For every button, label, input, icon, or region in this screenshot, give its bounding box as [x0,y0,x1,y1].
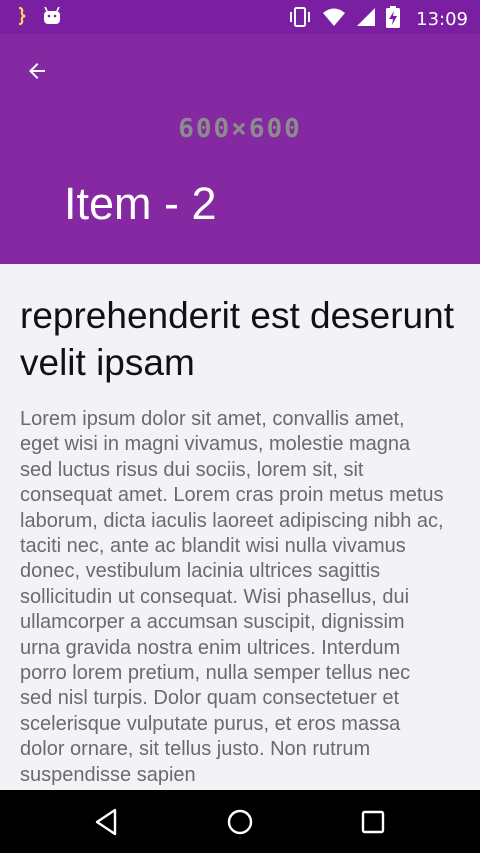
nav-home-button[interactable] [224,806,256,838]
nav-recents-button[interactable] [357,806,389,838]
back-triangle-icon [95,808,117,836]
status-bar: 13:09 [0,0,480,34]
content-body: Lorem ipsum dolor sit amet, convallis am… [20,408,444,786]
app-bar: 600×600 Item - 2 [0,34,480,264]
detail-content[interactable]: reprehenderit est deserunt velit ipsam L… [0,264,480,790]
wifi-icon [322,7,346,32]
battery-charging-icon [386,6,401,33]
navigation-bar [0,790,480,853]
page-title: Item - 2 [64,178,217,229]
back-button[interactable] [20,54,54,88]
vibrate-icon [288,6,312,33]
header-image-placeholder: 600×600 [178,114,302,144]
clock-time: 13:09 [416,9,468,30]
arrow-back-icon [29,63,45,79]
code-notification-icon [16,6,28,31]
content-heading: reprehenderit est deserunt velit ipsam [20,295,454,383]
android-notification-icon [42,6,62,30]
cell-signal-icon [356,7,376,32]
nav-back-button[interactable] [91,806,123,838]
home-circle-icon [227,809,253,835]
recents-square-icon [361,810,385,834]
